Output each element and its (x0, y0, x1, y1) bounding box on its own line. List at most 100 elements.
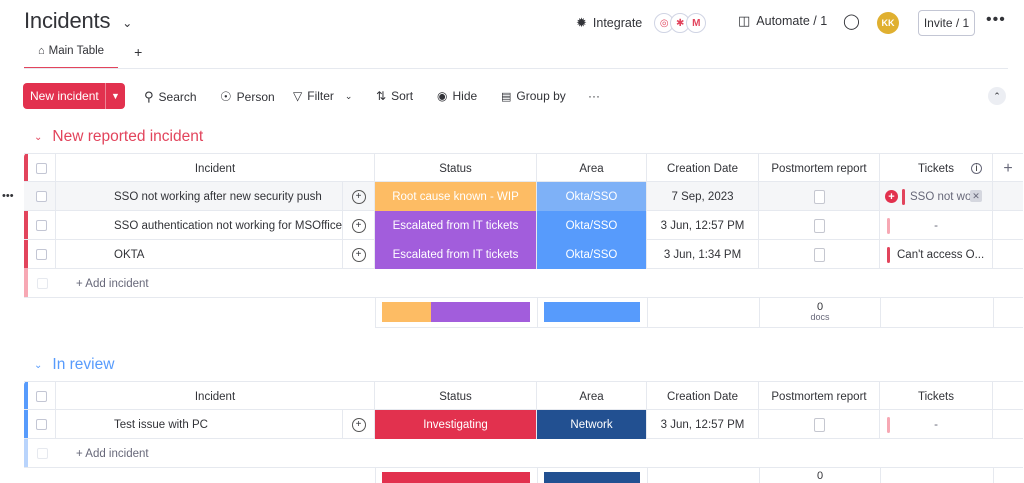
ticket-link[interactable]: SSO not wo (910, 191, 971, 203)
divider (647, 468, 648, 483)
postmortem-cell[interactable] (759, 240, 880, 269)
group-by-icon: ▤ (501, 90, 512, 103)
postmortem-cell[interactable] (759, 410, 880, 439)
chevron-down-icon[interactable]: ⌄ (34, 132, 42, 143)
conversation-cell[interactable]: + (343, 410, 375, 439)
column-header-postmortem[interactable]: Postmortem report (759, 382, 880, 411)
group-by-button[interactable]: ▤ Group by (501, 89, 566, 103)
postmortem-cell[interactable] (759, 211, 880, 240)
chevron-down-icon[interactable]: ▼ (106, 91, 125, 101)
tickets-cell[interactable]: - (880, 211, 993, 240)
column-header-incident[interactable]: Incident (56, 382, 375, 411)
add-view-button[interactable]: + (134, 44, 142, 68)
filter-button[interactable]: ▽ Filter ⌄ (293, 89, 352, 103)
document-icon (813, 247, 825, 262)
search-button[interactable]: ⚲ Search (144, 89, 197, 105)
select-all-checkbox[interactable] (36, 163, 47, 174)
table-row[interactable]: SSO authentication not working for MSOff… (24, 211, 1023, 240)
column-header-status[interactable]: Status (375, 154, 537, 183)
add-item-row[interactable]: + Add incident (24, 439, 1023, 468)
conversation-cell[interactable]: + (343, 240, 375, 269)
table-row[interactable]: Test issue with PC + Investigating Netwo… (24, 410, 1023, 439)
table-row[interactable]: SSO not working after new security push … (24, 182, 1023, 211)
incident-name[interactable]: SSO not working after new security push (56, 182, 343, 211)
column-header-area[interactable]: Area (537, 382, 647, 411)
area-cell[interactable]: Network (537, 410, 647, 439)
info-icon[interactable]: i (971, 163, 982, 174)
add-incident-input[interactable]: + Add incident (76, 269, 376, 298)
row-checkbox[interactable] (36, 249, 47, 260)
area-summary[interactable] (544, 302, 640, 322)
column-header-status[interactable]: Status (375, 382, 537, 411)
tickets-cell[interactable]: + SSO not wo ✕ (880, 182, 993, 211)
person-filter-button[interactable]: ☉ Person (220, 89, 275, 105)
tickets-cell[interactable]: Can't access O... (880, 240, 993, 269)
add-column-button[interactable]: + (993, 154, 1023, 183)
invite-button[interactable]: Invite / 1 (918, 10, 975, 36)
column-header-postmortem[interactable]: Postmortem report (759, 154, 880, 183)
more-options-icon[interactable]: ••• (986, 11, 1006, 29)
status-cell[interactable]: Escalated from IT tickets (375, 240, 537, 269)
new-incident-label: New incident (30, 89, 99, 103)
row-checkbox-cell (28, 439, 56, 468)
close-icon[interactable]: ✕ (970, 190, 982, 202)
select-all-checkbox[interactable] (36, 391, 47, 402)
docs-unit: docs (810, 312, 830, 322)
column-header-area[interactable]: Area (537, 154, 647, 183)
integrate-button[interactable]: ✹ Integrate ◎ ✱ M (576, 13, 707, 33)
row-checkbox[interactable] (36, 191, 47, 202)
conversation-cell[interactable]: + (343, 182, 375, 211)
hide-label: Hide (452, 89, 478, 103)
status-summary-investigating[interactable] (382, 472, 530, 483)
ticket-link[interactable]: Can't access O... (897, 249, 984, 261)
status-summary-escalated[interactable] (431, 302, 530, 322)
status-summary-wip[interactable] (382, 302, 431, 322)
tickets-cell[interactable]: - (880, 410, 993, 439)
area-cell[interactable]: Okta/SSO (537, 240, 647, 269)
sort-icon: ⇅ (376, 89, 387, 103)
column-header-incident[interactable]: Incident (56, 154, 375, 183)
area-cell[interactable]: Okta/SSO (537, 211, 647, 240)
row-menu-icon[interactable]: ••• (2, 190, 14, 202)
column-header-creation-date[interactable]: Creation Date (647, 154, 759, 183)
remove-link-icon[interactable]: + (885, 190, 898, 203)
incident-name[interactable]: OKTA (56, 240, 343, 269)
creation-date-cell: 3 Jun, 1:34 PM (647, 240, 759, 269)
status-cell[interactable]: Escalated from IT tickets (375, 211, 537, 240)
chevron-down-icon[interactable]: ⌄ (34, 360, 42, 371)
add-item-row[interactable]: + Add incident (24, 269, 1023, 298)
table-row[interactable]: OKTA + Escalated from IT tickets Okta/SS… (24, 240, 1023, 269)
add-incident-input[interactable]: + Add incident (76, 439, 376, 468)
area-summary[interactable] (544, 472, 640, 483)
hide-button[interactable]: ◉ Hide (437, 89, 477, 103)
status-cell[interactable]: Root cause known - WIP (375, 182, 537, 211)
chevron-down-icon[interactable]: ⌄ (345, 91, 353, 102)
new-incident-button[interactable]: New incident ▼ (23, 83, 125, 109)
tab-main-table[interactable]: ⌂ Main Table (24, 43, 119, 69)
status-cell[interactable]: Investigating (375, 410, 537, 439)
board-title[interactable]: Incidents ⌄ (24, 8, 132, 34)
updates-button[interactable]: ◯ (843, 12, 860, 30)
conversation-cell[interactable]: + (343, 211, 375, 240)
postmortem-cell[interactable] (759, 182, 880, 211)
column-header-creation-date[interactable]: Creation Date (647, 382, 759, 411)
incident-name[interactable]: SSO authentication not working for MSOff… (56, 211, 343, 240)
row-checkbox-cell (28, 182, 56, 211)
sort-button[interactable]: ⇅ Sort (376, 89, 413, 103)
group-header[interactable]: ⌄ In review (34, 356, 114, 374)
collapse-icon[interactable]: ⌃ (988, 87, 1006, 105)
incident-name[interactable]: Test issue with PC (56, 410, 343, 439)
area-cell[interactable]: Okta/SSO (537, 182, 647, 211)
ticket-color-mark (902, 189, 905, 205)
more-toolbar-icon[interactable]: ··· (588, 89, 600, 103)
row-checkbox[interactable] (36, 419, 47, 430)
group-header[interactable]: ⌄ New reported incident (34, 128, 203, 146)
chevron-down-icon[interactable]: ⌄ (122, 16, 132, 30)
column-header-tickets[interactable]: Tickets i (880, 154, 993, 183)
empty-cell (993, 240, 1023, 269)
row-checkbox[interactable] (36, 220, 47, 231)
column-header-tickets[interactable]: Tickets (880, 382, 993, 411)
robot-icon: ◫ (738, 13, 751, 28)
avatar[interactable]: KK (877, 12, 899, 34)
automate-button[interactable]: ◫ Automate / 1 (738, 13, 827, 29)
